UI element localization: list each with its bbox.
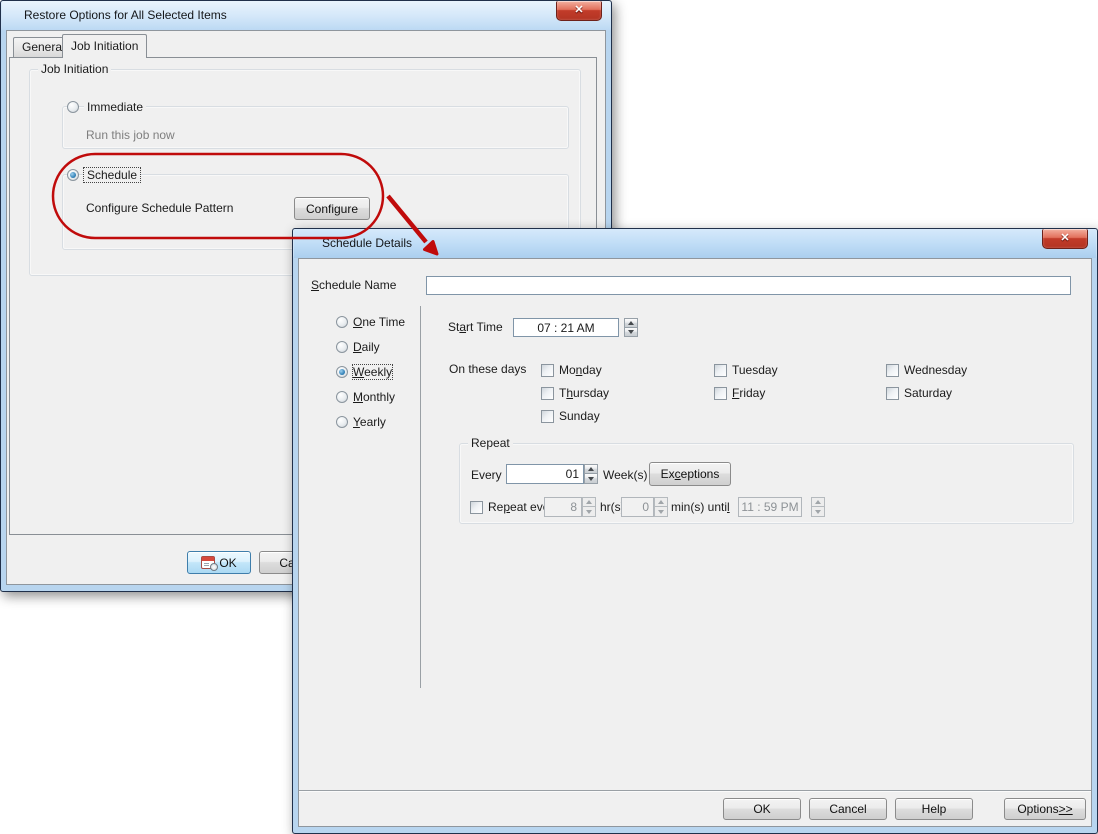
until-time-spinner[interactable] xyxy=(811,497,825,517)
day-friday-checkbox[interactable]: Friday xyxy=(714,386,765,400)
frequency-one-time-radio[interactable]: One Time xyxy=(336,315,405,329)
schedule-radio[interactable]: Schedule xyxy=(67,168,140,182)
close-button[interactable]: ✕ xyxy=(556,1,602,21)
up-arrow-icon[interactable] xyxy=(624,318,638,328)
every-label: Every xyxy=(471,468,502,482)
dialog-title: Restore Options for All Selected Items xyxy=(24,8,227,22)
immediate-radio[interactable]: Immediate xyxy=(67,100,146,114)
frequency-weekly-radio[interactable]: Weekly xyxy=(336,365,392,379)
calendar-clock-icon xyxy=(201,556,215,569)
until-time-field[interactable]: 11 : 59 PM xyxy=(738,497,802,517)
radio-icon[interactable] xyxy=(336,416,348,428)
start-time-spinner[interactable] xyxy=(624,318,638,337)
ok-button[interactable]: OK xyxy=(723,798,801,820)
frequency-yearly-radio[interactable]: Yearly xyxy=(336,415,386,429)
radio-icon[interactable] xyxy=(336,316,348,328)
minutes-until-label: min(s) until xyxy=(671,500,730,514)
options-button[interactable]: Options>> xyxy=(1004,798,1086,820)
start-time-label: Start Time xyxy=(448,320,503,334)
immediate-description: Run this job now xyxy=(86,128,175,142)
frequency-daily-radio[interactable]: Daily xyxy=(336,340,380,354)
help-button[interactable]: Help xyxy=(895,798,973,820)
up-arrow-icon[interactable] xyxy=(654,497,668,507)
tab-job-initiation[interactable]: Job Initiation xyxy=(62,34,147,58)
day-monday-checkbox[interactable]: Monday xyxy=(541,363,602,377)
button-separator xyxy=(299,790,1091,791)
day-tuesday-checkbox[interactable]: Tuesday xyxy=(714,363,778,377)
close-icon: ✕ xyxy=(1060,232,1069,244)
day-wednesday-checkbox[interactable]: Wednesday xyxy=(886,363,967,377)
schedule-name-input[interactable] xyxy=(426,276,1071,295)
close-icon: ✕ xyxy=(574,4,583,16)
checkbox-icon[interactable] xyxy=(886,387,899,400)
down-arrow-icon[interactable] xyxy=(584,474,598,484)
ok-button[interactable]: OK xyxy=(187,551,251,574)
down-arrow-icon[interactable] xyxy=(654,507,668,517)
schedule-name-label: Schedule Name xyxy=(311,278,396,292)
up-arrow-icon[interactable] xyxy=(811,497,825,507)
checkbox-icon[interactable] xyxy=(541,410,554,423)
down-arrow-icon[interactable] xyxy=(624,328,638,338)
close-button[interactable]: ✕ xyxy=(1042,229,1088,249)
radio-icon[interactable] xyxy=(67,101,79,113)
on-these-days-label: On these days xyxy=(449,362,526,376)
checkbox-icon[interactable] xyxy=(470,501,483,514)
checkbox-icon[interactable] xyxy=(886,364,899,377)
day-saturday-checkbox[interactable]: Saturday xyxy=(886,386,952,400)
dialog-body: Schedule Name One Time Daily Weekly Mont… xyxy=(298,258,1092,827)
configure-button[interactable]: Configure xyxy=(294,197,370,220)
radio-icon[interactable] xyxy=(67,169,79,181)
down-arrow-icon[interactable] xyxy=(582,507,596,517)
repeat-hours-spinner[interactable] xyxy=(582,497,596,517)
repeat-minutes-spinner[interactable] xyxy=(654,497,668,517)
dialog-title: Schedule Details xyxy=(322,236,412,250)
schedule-details-dialog: Schedule Details ✕ Schedule Name One Tim… xyxy=(292,228,1098,834)
group-label: Job Initiation xyxy=(38,63,111,76)
repeat-hours-field[interactable]: 8 xyxy=(544,497,582,517)
cancel-button[interactable]: Cancel xyxy=(809,798,887,820)
radio-icon[interactable] xyxy=(336,341,348,353)
configure-pattern-label: Configure Schedule Pattern xyxy=(86,201,233,215)
checkbox-icon[interactable] xyxy=(541,364,554,377)
frequency-monthly-radio[interactable]: Monthly xyxy=(336,390,395,404)
every-weeks-field[interactable]: 01 xyxy=(506,464,584,484)
day-sunday-checkbox[interactable]: Sunday xyxy=(541,409,600,423)
weeks-unit-label: Week(s) xyxy=(603,468,647,482)
radio-icon[interactable] xyxy=(336,366,348,378)
up-arrow-icon[interactable] xyxy=(584,464,598,474)
exceptions-button[interactable]: Exceptions xyxy=(649,462,731,486)
vertical-separator xyxy=(420,306,421,688)
checkbox-icon[interactable] xyxy=(714,387,727,400)
checkbox-icon[interactable] xyxy=(541,387,554,400)
repeat-group-label: Repeat xyxy=(468,437,513,450)
every-weeks-spinner[interactable] xyxy=(584,464,598,484)
repeat-minutes-field[interactable]: 0 xyxy=(621,497,654,517)
checkbox-icon[interactable] xyxy=(714,364,727,377)
schedule-details-titlebar[interactable]: Schedule Details ✕ xyxy=(294,229,1096,258)
day-thursday-checkbox[interactable]: Thursday xyxy=(541,386,609,400)
radio-icon[interactable] xyxy=(336,391,348,403)
start-time-field[interactable]: 07 : 21 AM xyxy=(513,318,619,337)
restore-options-titlebar[interactable]: Restore Options for All Selected Items ✕ xyxy=(2,1,610,30)
down-arrow-icon[interactable] xyxy=(811,507,825,517)
up-arrow-icon[interactable] xyxy=(582,497,596,507)
